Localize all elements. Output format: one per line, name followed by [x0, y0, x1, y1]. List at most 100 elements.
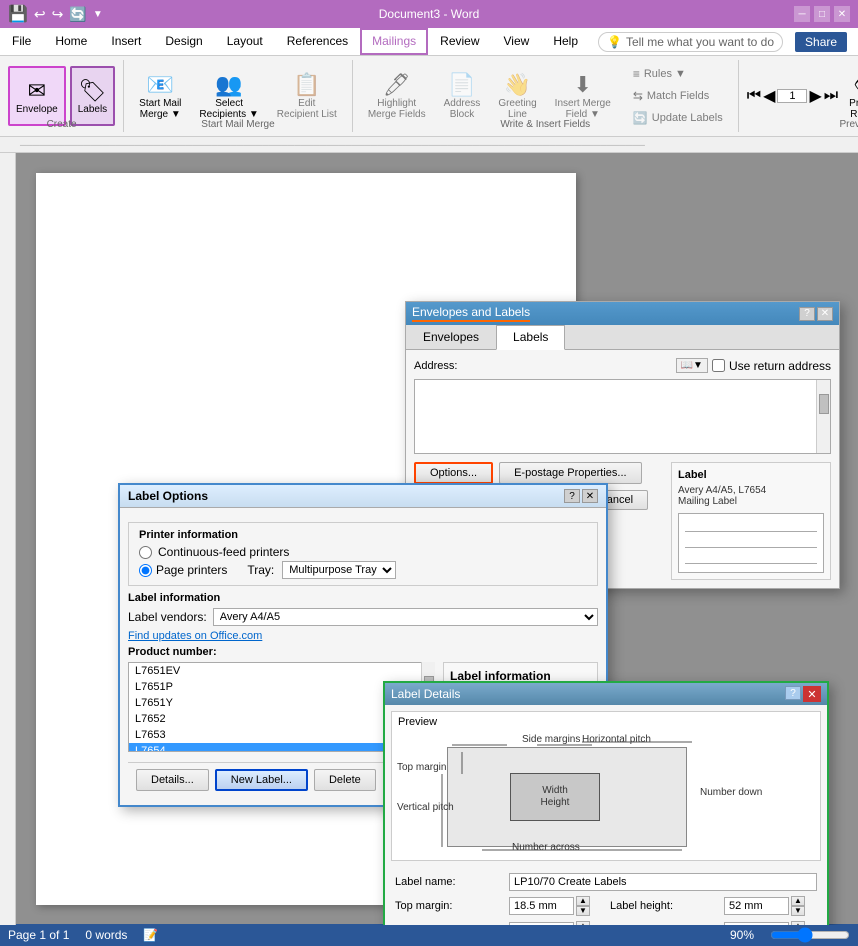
labels-tab[interactable]: Labels: [496, 325, 565, 350]
title-bar: 💾 ↩ ↪ 🔄 ▼ Document3 - Word ─ □ ✕: [0, 0, 858, 28]
e-postage-button[interactable]: E-postage Properties...: [499, 462, 642, 484]
tray-select[interactable]: Multipurpose Tray: [282, 561, 396, 579]
quick-access-dropdown[interactable]: ▼: [93, 9, 103, 20]
tab-layout[interactable]: Layout: [215, 28, 275, 55]
delete-button[interactable]: Delete: [314, 769, 376, 791]
select-recipients-icon: 👥: [215, 72, 242, 98]
address-scroll-thumb: [819, 394, 829, 414]
options-button[interactable]: Options...: [414, 462, 493, 484]
update-icon: 🔄: [633, 111, 648, 125]
word-count: 0 words: [85, 928, 127, 942]
top-margin-row: Top margin: ▲ ▼: [395, 896, 602, 916]
printer-info-section: Printer information Continuous-feed prin…: [128, 522, 598, 586]
label-width-input[interactable]: [724, 922, 789, 925]
env-labels-help[interactable]: ?: [799, 307, 815, 321]
label-details-close[interactable]: ✕: [803, 686, 821, 702]
tab-view[interactable]: View: [492, 28, 542, 55]
maximize-button[interactable]: □: [814, 6, 830, 22]
tab-help[interactable]: Help: [541, 28, 590, 55]
side-margin-input[interactable]: [509, 922, 574, 925]
record-input[interactable]: [777, 89, 807, 103]
undo-icon[interactable]: ↩: [34, 6, 46, 23]
lightbulb-icon: 💡: [607, 35, 622, 49]
preview-section: Preview WidthHeight Side margins Horizon…: [391, 711, 821, 861]
tab-home[interactable]: Home: [43, 28, 99, 55]
details-form: Label name: Top margin: ▲ ▼: [385, 867, 827, 925]
address-book-button[interactable]: 📖▼: [676, 358, 708, 373]
label-details-help[interactable]: ?: [785, 686, 801, 700]
match-icon: ⇆: [633, 89, 643, 103]
preview-results-button[interactable]: 👁 PreviewResults: [842, 66, 858, 126]
label-width-up[interactable]: ▲: [791, 921, 805, 925]
label-info-section-label: Label information: [128, 592, 598, 604]
envelope-label: Envelope: [16, 104, 58, 115]
ribbon: File Home Insert Design Layout Reference…: [0, 28, 858, 137]
label-options-close[interactable]: ✕: [582, 489, 598, 503]
address-scrollbar: [816, 380, 830, 453]
details-button[interactable]: Details...: [136, 769, 209, 791]
label-options-help[interactable]: ?: [564, 489, 580, 503]
address-textarea[interactable]: [415, 380, 830, 450]
label-preview-box: [678, 513, 824, 573]
top-margin-spin: ▲ ▼: [509, 896, 590, 916]
top-margin-input[interactable]: [509, 897, 574, 915]
tell-me-box[interactable]: 💡 Tell me what you want to do: [598, 32, 783, 52]
page-printers-radio[interactable]: [139, 564, 152, 577]
tab-insert[interactable]: Insert: [99, 28, 153, 55]
greeting-icon: 👋: [504, 72, 531, 98]
labels-button[interactable]: 🏷 Labels: [70, 66, 115, 126]
side-margin-up[interactable]: ▲: [576, 921, 590, 925]
label-preview-panel: Label Avery A4/A5, L7654 Mailing Label: [671, 462, 831, 580]
label-details-title: Label Details: [391, 687, 460, 701]
tab-references[interactable]: References: [275, 28, 360, 55]
envelope-button[interactable]: ✉ Envelope: [8, 66, 66, 126]
use-return-checkbox[interactable]: [712, 359, 725, 372]
top-margin-up[interactable]: ▲: [576, 896, 590, 906]
top-margin-down[interactable]: ▼: [576, 906, 590, 916]
share-button[interactable]: Share: [795, 32, 847, 52]
continuous-radio[interactable]: [139, 546, 152, 559]
tab-review[interactable]: Review: [428, 28, 491, 55]
zoom-slider[interactable]: [770, 927, 850, 943]
select-recipients-button[interactable]: 👥 SelectRecipients ▼: [192, 66, 265, 126]
label-height-input[interactable]: [724, 897, 789, 915]
env-labels-close[interactable]: ✕: [817, 307, 833, 321]
tab-design[interactable]: Design: [153, 28, 214, 55]
highlight-icon: 🖊: [383, 72, 411, 98]
label-name-row: Label name:: [395, 873, 817, 891]
product-l7651ev[interactable]: L7651EV: [129, 663, 434, 679]
redo-icon[interactable]: ↪: [52, 6, 64, 23]
edit-recipients-label: EditRecipient List: [277, 98, 337, 120]
rules-button: ≡ Rules ▼: [626, 64, 730, 84]
page-rect: WidthHeight: [447, 747, 687, 847]
address-block-icon: 📄: [448, 72, 475, 98]
word-icon: 💾: [8, 4, 28, 24]
ribbon-group-create: ✉ Envelope 🏷 Labels Create: [0, 60, 124, 132]
vendor-select[interactable]: Avery A4/A5: [213, 608, 598, 626]
start-mail-merge-button[interactable]: 📧 Start MailMerge ▼: [132, 66, 188, 126]
label-name-input[interactable]: [509, 873, 817, 891]
select-recipients-label: SelectRecipients ▼: [199, 98, 258, 120]
tab-mailings[interactable]: Mailings: [360, 28, 428, 55]
tab-file[interactable]: File: [0, 28, 43, 55]
next-record-icon[interactable]: ⏭: [824, 87, 838, 105]
prev-icon[interactable]: ◀: [763, 86, 775, 106]
minimize-button[interactable]: ─: [794, 6, 810, 22]
ribbon-content: ✉ Envelope 🏷 Labels Create 📧 Start MailM…: [0, 56, 858, 136]
label-height-up[interactable]: ▲: [791, 896, 805, 906]
new-label-button[interactable]: New Label...: [215, 769, 308, 791]
prev-record-icon[interactable]: ⏮: [747, 87, 761, 105]
close-button[interactable]: ✕: [834, 6, 850, 22]
find-updates-link[interactable]: Find updates on Office.com: [128, 630, 598, 642]
next-icon[interactable]: ▶: [809, 86, 821, 106]
label-rect: WidthHeight: [510, 773, 600, 821]
envelopes-tab[interactable]: Envelopes: [406, 325, 496, 349]
label-height-down[interactable]: ▼: [791, 906, 805, 916]
preview-title: Preview: [392, 712, 820, 732]
label-width-row: Label width: ▲ ▼: [610, 921, 817, 925]
label-details-controls: ? ✕: [785, 686, 821, 702]
label-vendor-text: Avery A4/A5, L7654: [678, 485, 824, 496]
autosave-icon[interactable]: 🔄: [69, 6, 86, 23]
label-options-title: Label Options: [128, 489, 208, 503]
rules-group: ≡ Rules ▼ ⇆ Match Fields 🔄 Update Labels: [626, 64, 730, 128]
